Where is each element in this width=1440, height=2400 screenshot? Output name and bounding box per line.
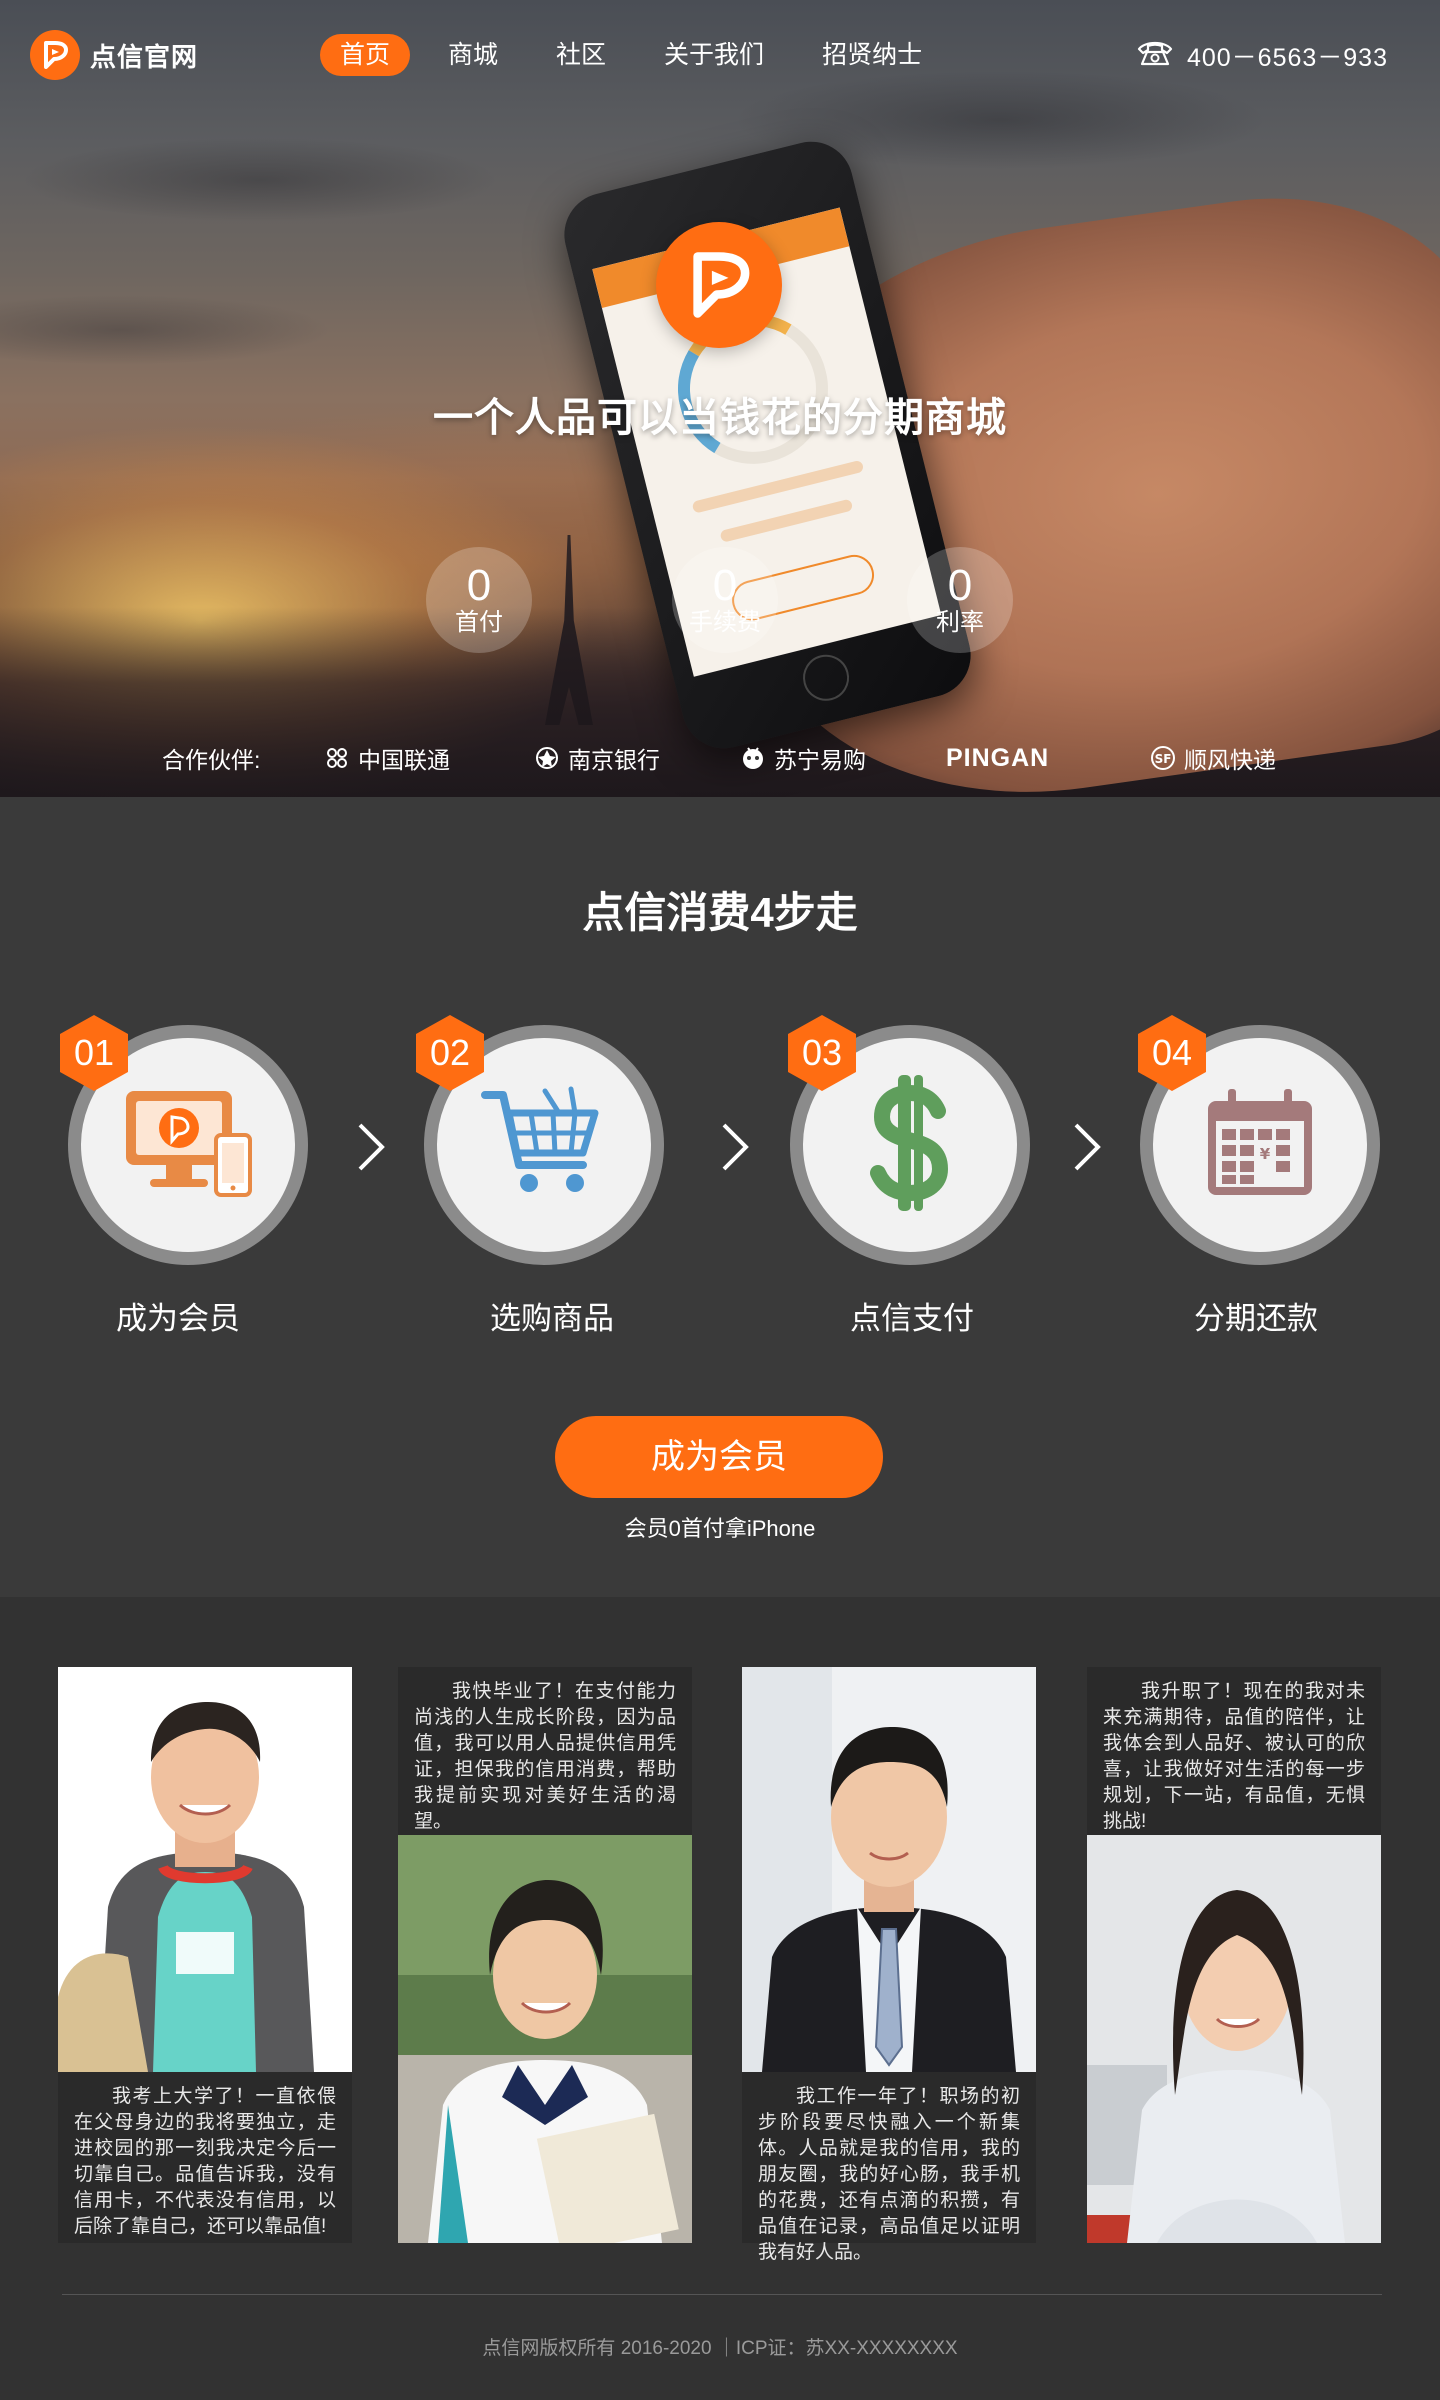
partner-name: 顺风快递 <box>1184 747 1276 773</box>
steps-title: 点信消费4步走 <box>582 889 858 936</box>
partner-name: 南京银行 <box>568 747 660 773</box>
stat-value: 0 <box>947 561 973 610</box>
step-4-label: 分期还款 <box>1194 1301 1318 1336</box>
hero-logo-icon <box>656 222 782 348</box>
partner-name: 苏宁易购 <box>774 747 866 773</box>
shopping-cart-icon <box>479 1083 609 1208</box>
pingan-logo[interactable]: PINGAN <box>946 740 1049 776</box>
businessman-photo <box>742 1667 1036 2072</box>
testimonial-card: 我升职了！现在的我对未来充满期待，品值的陪伴，让我体会到人品好、被认可的欣喜，让… <box>1087 1667 1381 2243</box>
stat-interest: 0 利率 <box>907 547 1013 653</box>
telephone-icon <box>1135 39 1175 74</box>
computer-phone-icon <box>118 1083 258 1208</box>
testimonial-text: 我考上大学了！一直依偎在父母身边的我将要独立，走进校园的那一刻我决定今后一切靠自… <box>74 2086 336 2237</box>
cta-note: 会员0首付拿iPhone <box>624 1516 816 1541</box>
testimonial-text: 我升职了！现在的我对未来充满期待，品值的陪伴，让我体会到人品好、被认可的欣喜，让… <box>1103 1681 1365 1832</box>
logo-d-icon <box>30 30 80 80</box>
dollar-icon <box>860 1073 960 1218</box>
chevron-right-icon <box>1074 1123 1101 1171</box>
chevron-right-icon <box>722 1123 749 1171</box>
become-member-button[interactable]: 成为会员 <box>555 1416 883 1498</box>
china-unicom-icon <box>324 745 350 771</box>
calendar-icon: ¥ <box>1200 1083 1320 1208</box>
stat-label: 首付 <box>455 609 503 636</box>
partner-name: 中国联通 <box>358 747 450 773</box>
partner-sf-express[interactable]: SF 顺风快递 <box>1150 740 1276 776</box>
site-logo[interactable]: 点信官网 <box>30 30 198 80</box>
svg-text:¥: ¥ <box>1260 1145 1271 1163</box>
partner-nanjing-bank[interactable]: 南京银行 <box>534 740 660 776</box>
chevron-right-icon <box>358 1123 385 1171</box>
stat-label: 利率 <box>936 609 984 636</box>
hotline-number: 400－6563－933 <box>1186 44 1388 72</box>
nav-community[interactable]: 社区 <box>536 34 626 76</box>
stat-value: 0 <box>466 561 492 610</box>
partner-china-unicom[interactable]: 中国联通 <box>324 740 450 776</box>
nav-about[interactable]: 关于我们 <box>644 34 784 76</box>
nanjing-bank-icon <box>534 745 560 771</box>
main-nav: 首页 商城 社区 关于我们 招贤纳士 <box>320 34 960 76</box>
hotline: 400－6563－933 <box>1135 38 1388 74</box>
testimonial-text: 我工作一年了！职场的初步阶段要尽快融入一个新集体。人品就是我的信用，我的朋友圈，… <box>758 2086 1020 2263</box>
stat-down-payment: 0 首付 <box>426 547 532 653</box>
nav-mall[interactable]: 商城 <box>428 34 518 76</box>
step-2-label: 选购商品 <box>490 1301 614 1336</box>
nav-careers[interactable]: 招贤纳士 <box>802 34 942 76</box>
partners-bar: 合作伙伴: 中国联通 南京银行 苏宁易购 PINGAN SF 顺风快递 <box>0 740 1440 776</box>
testimonial-card: 我快毕业了！在支付能力尚浅的人生成长阶段，因为品值，我可以用人品提供信用凭证，担… <box>398 1667 692 2243</box>
footer-divider <box>62 2294 1382 2295</box>
brand-name: 点信官网 <box>90 41 199 72</box>
step-1-label: 成为会员 <box>116 1301 240 1336</box>
testimonial-text: 我快毕业了！在支付能力尚浅的人生成长阶段，因为品值，我可以用人品提供信用凭证，担… <box>414 1681 676 1832</box>
step-3-label: 点信支付 <box>850 1301 974 1336</box>
nav-home[interactable]: 首页 <box>320 34 411 76</box>
student-boy-photo <box>58 1667 352 2072</box>
footer-copyright: 点信网版权所有 2016-2020 ｜ICP证：苏XX-XXXXXXXX <box>482 2338 958 2359</box>
stat-label: 手续费 <box>689 609 761 636</box>
svg-text:SF: SF <box>1155 752 1172 766</box>
office-woman-photo <box>1087 1835 1381 2243</box>
testimonial-card: 我工作一年了！职场的初步阶段要尽快融入一个新集体。人品就是我的信用，我的朋友圈，… <box>742 1667 1036 2263</box>
hero-slogan: 一个人品可以当钱花的分期商城 <box>433 396 1007 440</box>
steps-section: 点信消费4步走 01 成为会员 02 选购商品 03 点信支付 ¥ 04 分期还… <box>0 797 1440 1597</box>
testimonial-card: 我考上大学了！一直依偎在父母身边的我将要独立，走进校园的那一刻我决定今后一切靠自… <box>58 1667 352 2243</box>
sf-express-icon: SF <box>1150 745 1176 771</box>
testimonials-section: 我考上大学了！一直依偎在父母身边的我将要独立，走进校园的那一刻我决定今后一切靠自… <box>0 1597 1440 2400</box>
stat-value: 0 <box>712 561 738 610</box>
hero-banner: 点信官网 首页 商城 社区 关于我们 招贤纳士 400－6563－933 一个人… <box>0 0 1440 797</box>
graduate-girl-photo <box>398 1835 692 2243</box>
partners-label: 合作伙伴: <box>162 747 261 773</box>
stat-fee: 0 手续费 <box>672 547 778 653</box>
suning-icon <box>740 745 766 771</box>
partner-suning[interactable]: 苏宁易购 <box>740 740 866 776</box>
